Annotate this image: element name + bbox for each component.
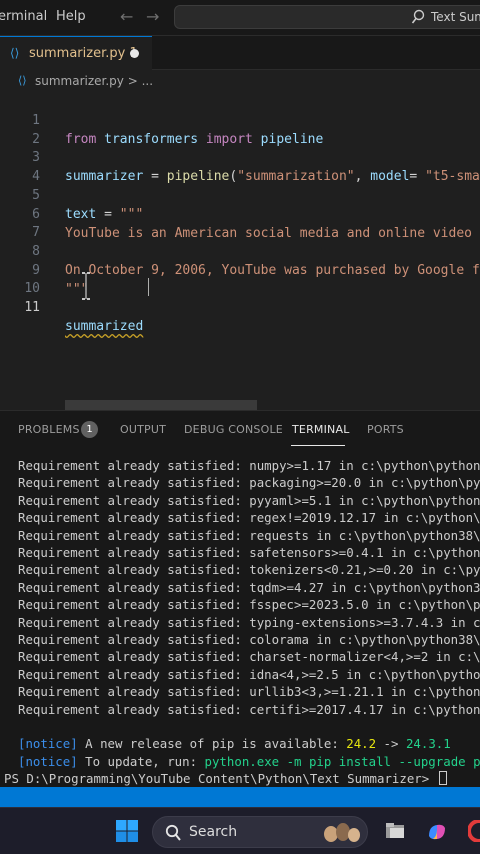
menu-terminal[interactable]: erminal: [0, 9, 47, 24]
bottom-panel: PROBLEMS 1 OUTPUT DEBUG CONSOLE TERMINAL…: [0, 410, 480, 787]
taskbar-search-box[interactable]: Search: [152, 816, 368, 848]
app-icon[interactable]: [468, 820, 480, 842]
terminal-line: Requirement already satisfied: fsspec>=2…: [18, 597, 480, 613]
terminal-line: Requirement already satisfied: safetenso…: [18, 545, 480, 560]
code-line: 3 summarizer = pipeline("summarization",…: [0, 129, 480, 184]
forward-button[interactable]: →: [146, 7, 159, 26]
code-line: 7: [0, 204, 480, 240]
terminal-line: Requirement already satisfied: tqdm>=4.2…: [18, 579, 480, 595]
code-line: 4: [0, 148, 480, 184]
terminal-line: Requirement already satisfied: pyyaml>=5…: [18, 492, 480, 508]
code-line: 2: [0, 111, 480, 147]
terminal-line: Requirement already satisfied: requests …: [18, 527, 480, 543]
warning-squiggle: summarized: [65, 319, 144, 334]
pip-notice-line: [notice] A new release of pip is availab…: [18, 736, 451, 752]
terminal-line: Requirement already satisfied: typing-ex…: [18, 614, 480, 630]
terminal-line: Requirement already satisfied: colorama …: [18, 632, 480, 647]
menu-help[interactable]: Help: [56, 9, 86, 24]
terminal-line: Requirement already satisfied: charset-n…: [18, 649, 480, 665]
taskbar-search-label: Search: [189, 824, 238, 840]
back-button[interactable]: ←: [120, 7, 133, 26]
command-center-search[interactable]: Text Summ: [174, 5, 480, 29]
terminal-cursor: [438, 771, 447, 786]
search-highlight-icon: [324, 823, 360, 842]
unsaved-dot-icon[interactable]: [130, 49, 139, 58]
text-cursor: [148, 278, 149, 296]
tab-problems[interactable]: PROBLEMS: [18, 423, 80, 436]
terminal-line: Requirement already satisfied: tokenizer…: [18, 562, 480, 578]
search-icon: [165, 824, 181, 841]
code-line: 9 """: [0, 242, 480, 297]
ibeam-cursor-icon: [82, 272, 90, 300]
code-line: 11 summarized: [0, 279, 480, 334]
code-line: 8 On October 9, 2006, YouTube was purcha…: [0, 223, 480, 278]
python-file-icon: ⟨⟩: [10, 46, 20, 60]
tab-terminal[interactable]: TERMINAL: [292, 423, 350, 436]
code-editor[interactable]: 1 from transformers import pipeline 2 3 …: [0, 92, 480, 410]
horizontal-scrollbar[interactable]: [65, 400, 257, 410]
tab-debug-console[interactable]: DEBUG CONSOLE: [184, 423, 283, 436]
tab-summarizer-py[interactable]: ⟨⟩ summarizer.py 1: [0, 36, 152, 70]
code-line: 5 text = """: [0, 167, 480, 222]
copilot-icon[interactable]: [425, 820, 449, 844]
windows-start-icon[interactable]: [115, 819, 139, 843]
terminal-line: Requirement already satisfied: numpy>=1.…: [18, 458, 480, 473]
terminal-line: Requirement already satisfied: urllib3<3…: [18, 684, 480, 700]
terminal-output[interactable]: Requirement already satisfied: numpy>=1.…: [0, 455, 480, 788]
tab-ports[interactable]: PORTS: [367, 423, 404, 436]
terminal-line: Requirement already satisfied: packaging…: [18, 475, 480, 491]
search-icon: [411, 9, 425, 29]
code-line: 10: [0, 260, 480, 296]
terminal-line: Requirement already satisfied: regex!=20…: [18, 510, 480, 526]
terminal-line: Requirement already satisfied: certifi>=…: [18, 701, 480, 717]
terminal-line: Requirement already satisfied: idna<4,>=…: [18, 666, 480, 682]
status-bar: [0, 787, 480, 807]
file-explorer-icon[interactable]: [384, 820, 406, 842]
command-center-text: Text Summ: [431, 10, 480, 24]
breadcrumb-path[interactable]: summarizer.py > ...: [35, 74, 153, 88]
code-line: 1 from transformers import pipeline: [0, 92, 480, 147]
breadcrumb: ⟨⟩ summarizer.py > ...: [0, 70, 480, 92]
tab-output[interactable]: OUTPUT: [120, 423, 166, 436]
line-number: 11: [24, 300, 40, 315]
tab-label: summarizer.py 1: [29, 46, 138, 61]
code-line: 6 YouTube is an American social media an…: [0, 186, 480, 241]
pip-update-line: [notice] To update, run: python.exe -m p…: [18, 753, 480, 769]
problems-count-badge: 1: [81, 421, 98, 438]
editor-tab-bar: ⟨⟩ summarizer.py 1: [0, 36, 480, 70]
panel-tab-bar: PROBLEMS 1 OUTPUT DEBUG CONSOLE TERMINAL…: [0, 411, 480, 449]
windows-taskbar: Search: [0, 807, 480, 854]
title-bar: erminal Help ← → Text Summ: [0, 0, 480, 36]
terminal-prompt[interactable]: PS D:\Programming\YouTube Content\Python…: [4, 770, 447, 787]
active-tab-indicator: [291, 445, 345, 446]
python-file-icon: ⟨⟩: [18, 74, 27, 87]
